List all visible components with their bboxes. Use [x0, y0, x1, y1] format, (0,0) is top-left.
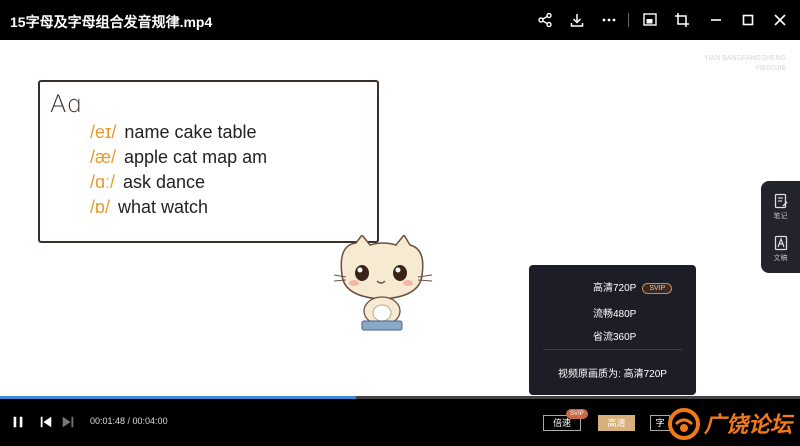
minimize-icon[interactable] [706, 10, 726, 30]
phonics-row: /æ/apple cat map am [90, 147, 268, 167]
window-title: 15字母及字母组合发音规律.mp4 [10, 14, 213, 30]
document-label: 文稿 [773, 255, 788, 262]
previous-icon[interactable] [38, 414, 54, 430]
maximize-icon[interactable] [738, 10, 758, 30]
phonics-board: Aɑ /eɪ/name cake table /æ/apple cat map … [38, 80, 379, 243]
source-quality-text: 视频原画质为: 高清720P [558, 369, 667, 380]
document-icon [774, 235, 787, 251]
logo-text: 广饶论坛 [704, 413, 795, 438]
board-title: Aɑ [50, 90, 82, 118]
crop-icon[interactable] [672, 10, 692, 30]
picture-in-picture-icon[interactable] [640, 10, 660, 30]
notes-label: 笔记 [773, 213, 788, 220]
quality-option-480p[interactable]: 流畅480P [529, 305, 696, 320]
quality-option-720p[interactable]: 高清720P SVIP [529, 279, 696, 294]
more-icon[interactable] [599, 10, 619, 30]
quality-option-360p[interactable]: 省流360P [529, 328, 696, 343]
phonics-row: /ɑː/ask dance [90, 172, 206, 192]
quality-button[interactable]: 高清 [598, 415, 635, 431]
notes-icon [774, 193, 788, 209]
share-icon[interactable] [535, 10, 555, 30]
quality-menu: 高清720P SVIP 流畅480P 省流360P 视频原画质为: 高清720P [529, 265, 696, 395]
forum-logo-watermark: 广饶论坛 [668, 408, 795, 440]
title-bar: 15字母及字母组合发音规律.mp4 [0, 0, 800, 40]
menu-divider [543, 349, 682, 350]
close-icon[interactable] [770, 10, 790, 30]
svip-badge: SVIP [642, 282, 673, 294]
speed-svip-badge: SVIP [566, 409, 588, 419]
phonics-row: /eɪ/name cake table [90, 122, 257, 142]
phonics-row: /ɒ/what watch [90, 197, 209, 217]
notes-button[interactable]: 笔记 [761, 187, 800, 227]
toolbar-divider [628, 13, 629, 27]
document-button[interactable]: 文稿 [761, 229, 800, 269]
video-frame[interactable]: YIAN BANGFANGSHENG YIBAOJIE Aɑ /eɪ/name … [0, 40, 800, 396]
time-display: 00:01:48 / 00:04:00 [90, 416, 168, 426]
pause-icon[interactable] [10, 414, 26, 430]
video-watermark: YIAN BANGFANGSHENG YIBAOJIE [703, 55, 786, 72]
next-icon[interactable] [60, 414, 76, 430]
download-icon[interactable] [567, 10, 587, 30]
cartoon-cat-illustration [333, 235, 433, 331]
side-panel: 笔记 文稿 [761, 181, 800, 273]
